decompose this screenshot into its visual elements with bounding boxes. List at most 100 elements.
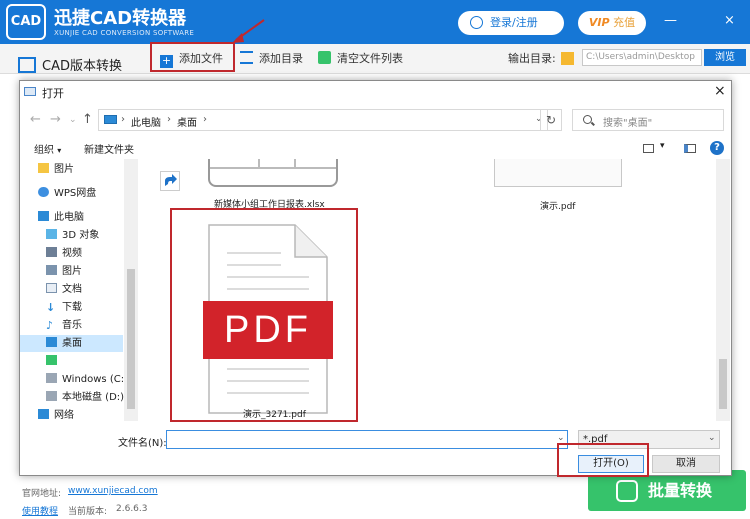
nav-item-this-pc[interactable]: 此电脑	[38, 209, 84, 226]
breadcrumb-desktop[interactable]: 桌面	[177, 114, 197, 129]
new-folder-button[interactable]: 新建文件夹	[84, 141, 134, 156]
nav-label: 网络	[54, 410, 74, 421]
view-options-icon[interactable]	[643, 144, 654, 153]
nav-item-documents[interactable]: 文档	[46, 281, 82, 298]
download-icon: ↓	[46, 301, 56, 314]
chevron-down-icon[interactable]: ⌄	[708, 433, 716, 443]
nav-label: 本地磁盘 (D:)	[62, 392, 125, 403]
cancel-button[interactable]: 取消	[652, 455, 720, 473]
nav-label: 图片	[62, 266, 82, 277]
nav-item-wps-drive[interactable]: WPS网盘	[38, 185, 96, 202]
breadcrumb-separator: ›	[167, 114, 171, 125]
computer-icon	[104, 115, 117, 124]
nav-item-green-app[interactable]	[46, 353, 62, 370]
nav-item-drive-d[interactable]: 本地磁盘 (D:)	[46, 389, 124, 406]
nav-item-network[interactable]: 网络	[38, 409, 74, 421]
network-icon	[38, 409, 49, 419]
nav-item-videos[interactable]: 视频	[46, 245, 82, 262]
spreadsheet-icon	[208, 159, 338, 187]
broom-icon	[318, 51, 331, 64]
picture-icon	[46, 265, 57, 275]
close-app-button[interactable]: ×	[724, 13, 735, 28]
vip-recharge-button[interactable]: VIP 充值	[578, 11, 646, 35]
open-file-dialog: 打开 × ← → ⌄ ↑ › 此电脑 › 桌面 › ⌄ ↻ 搜索"桌面" 组织 …	[19, 80, 732, 476]
cloud-icon	[38, 187, 49, 197]
help-icon[interactable]: ?	[710, 141, 724, 155]
nav-label: 文档	[62, 284, 82, 295]
highlight-add-file	[150, 42, 235, 72]
nav-label: 下载	[62, 302, 82, 313]
file-scroll-thumb[interactable]	[719, 359, 727, 409]
organize-button[interactable]: 组织 ▾	[34, 141, 61, 156]
search-input[interactable]: 搜索"桌面"	[572, 109, 724, 131]
shortcut-arrow-icon	[160, 171, 180, 191]
dialog-title: 打开	[42, 87, 64, 100]
tutorial-link[interactable]: 使用教程	[22, 504, 58, 517]
cad-convert-label: CAD版本转换	[42, 59, 122, 74]
app-logo: CAD	[6, 4, 46, 40]
nav-label: Windows (C:)	[62, 374, 128, 385]
breadcrumb-this-pc[interactable]: 此电脑	[131, 114, 161, 129]
sidebar-item-cad-convert[interactable]: CAD版本转换	[18, 55, 122, 74]
dialog-close-button[interactable]: ×	[714, 83, 726, 99]
file-scrollbar[interactable]	[716, 159, 730, 421]
login-label: 登录/注册	[490, 16, 538, 29]
annotation-arrow-icon	[232, 19, 265, 43]
user-icon	[470, 16, 483, 29]
clear-list-button[interactable]: 清空文件列表	[318, 50, 403, 66]
nav-item-music[interactable]: ♪ 音乐	[46, 317, 82, 334]
breadcrumb-separator: ›	[203, 114, 207, 125]
window-icon	[24, 87, 36, 96]
output-dir-label: 输出目录:	[508, 52, 556, 65]
music-icon: ♪	[46, 319, 54, 332]
nav-item-pictures[interactable]: 图片	[46, 263, 82, 280]
dialog-command-bar: 组织 ▾ 新建文件夹 ▾ ?	[20, 137, 731, 159]
website-link[interactable]: www.xunjiecad.com	[68, 486, 158, 496]
nav-item-pictures-quick[interactable]: 图片	[38, 161, 74, 178]
filename-input[interactable]	[166, 430, 568, 449]
login-button[interactable]: 登录/注册	[458, 11, 564, 35]
video-icon	[46, 247, 57, 257]
batch-convert-label: 批量转换	[648, 481, 713, 500]
nav-item-3d-objects[interactable]: 3D 对象	[46, 227, 99, 244]
cad-icon	[18, 57, 36, 73]
browse-button[interactable]: 浏览	[704, 49, 746, 66]
refresh-button[interactable]: ↻	[540, 109, 562, 131]
desktop-icon	[46, 337, 57, 347]
chevron-down-icon[interactable]: ▾	[660, 141, 665, 151]
recent-chevron-icon[interactable]: ⌄	[69, 115, 77, 125]
drive-icon	[46, 373, 57, 383]
drive-icon	[46, 391, 57, 401]
refresh-icon: ↻	[545, 113, 557, 127]
navigation-pane: 图片 WPS网盘 此电脑 3D 对象 视频 图片 文档 ↓ 下载 ♪ 音乐 桌面 W…	[20, 159, 138, 421]
app-icon	[46, 355, 57, 365]
nav-label: 视频	[62, 248, 82, 259]
preview-pane-icon[interactable]	[684, 144, 696, 153]
search-placeholder: 搜索"桌面"	[603, 118, 653, 129]
breadcrumb-separator: ›	[121, 114, 125, 125]
up-arrow-icon[interactable]: ↑	[82, 112, 93, 127]
address-bar[interactable]: › 此电脑 › 桌面 › ⌄	[98, 109, 548, 131]
add-folder-button[interactable]: 添加目录	[240, 50, 303, 66]
dialog-nav-row: ← → ⌄ ↑ › 此电脑 › 桌面 › ⌄ ↻ 搜索"桌面"	[20, 103, 731, 137]
nav-scrollbar[interactable]	[124, 159, 138, 421]
nav-item-downloads[interactable]: ↓ 下载	[46, 299, 82, 316]
nav-item-drive-c[interactable]: Windows (C:)	[46, 371, 128, 388]
list-add-icon	[240, 51, 253, 64]
folder-icon	[38, 163, 49, 173]
filename-label: 文件名(N):	[118, 438, 167, 449]
nav-item-desktop[interactable]: 桌面	[20, 335, 123, 352]
nav-label: 图片	[54, 164, 74, 175]
dialog-titlebar[interactable]: 打开 ×	[20, 81, 731, 103]
folder-icon[interactable]	[561, 52, 574, 65]
forward-arrow-icon[interactable]: →	[50, 112, 61, 127]
cube-icon	[46, 229, 57, 239]
chevron-down-icon[interactable]: ⌄	[557, 433, 565, 443]
back-arrow-icon[interactable]: ←	[30, 112, 41, 127]
nav-scroll-thumb[interactable]	[127, 269, 135, 409]
nav-label: 音乐	[62, 320, 82, 331]
nav-label: 此电脑	[54, 212, 84, 223]
version-prefix: 当前版本:	[68, 507, 108, 517]
minimize-button[interactable]: —	[664, 13, 677, 28]
output-dir-input[interactable]: C:\Users\admin\Desktop	[582, 49, 702, 66]
